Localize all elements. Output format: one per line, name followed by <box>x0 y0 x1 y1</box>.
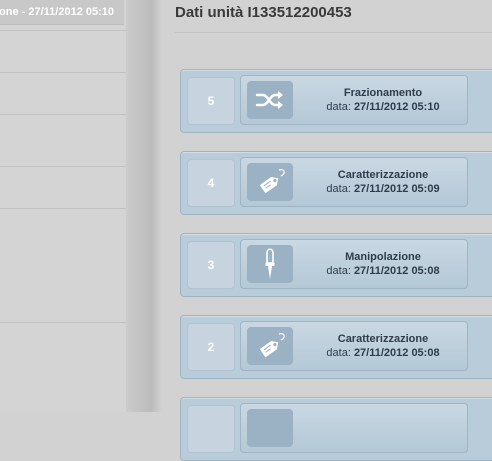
event-number <box>187 405 235 453</box>
sidebar-divider <box>0 166 126 167</box>
left-sidebar: one - 27/11/2012 05:10 <box>0 0 126 412</box>
event-details[interactable]: Caratterizzazione data: 27/11/2012 05:09 <box>240 157 468 207</box>
event-details[interactable]: Manipolazione data: 27/11/2012 05:08 <box>240 239 468 289</box>
sidebar-selected-label: one - 27/11/2012 05:10 <box>0 6 114 18</box>
sidebar-selected-item[interactable]: one - 27/11/2012 05:10 <box>0 0 124 25</box>
event-name: Caratterizzazione <box>337 169 429 181</box>
event-number: 4 <box>187 159 235 207</box>
event-name: Manipolazione <box>345 251 421 263</box>
event-number: 3 <box>187 241 235 289</box>
event-icon <box>247 409 293 447</box>
sidebar-divider <box>0 322 126 323</box>
event-card[interactable]: 3 Manipolazione data: 27/11/2012 05:08 <box>180 233 492 297</box>
event-name: Caratterizzazione <box>337 333 429 345</box>
page-title: Dati unità I133512200453 <box>175 4 352 21</box>
event-details[interactable]: Frazionamento data: 27/11/2012 05:10 <box>240 75 468 125</box>
sidebar-shadow <box>126 0 162 412</box>
sidebar-divider <box>0 208 126 209</box>
event-details[interactable] <box>240 403 468 453</box>
event-card[interactable]: 4 Caratterizzazione data: 27/11/2012 05:… <box>180 151 492 215</box>
event-card[interactable]: 2 Caratterizzazione data: 27/11/2012 05:… <box>180 315 492 379</box>
event-date: data: 27/11/2012 05:08 <box>326 265 440 277</box>
event-number: 5 <box>187 77 235 125</box>
sidebar-divider <box>0 30 126 31</box>
event-details[interactable]: Caratterizzazione data: 27/11/2012 05:08 <box>240 321 468 371</box>
event-number: 2 <box>187 323 235 371</box>
shuffle-icon <box>247 81 293 119</box>
sidebar-divider <box>0 114 126 115</box>
tag-icon <box>247 163 293 201</box>
event-date: data: 27/11/2012 05:10 <box>326 101 440 113</box>
event-card[interactable]: 5 Frazionamento data: 27/11/2012 05:10 <box>180 69 492 133</box>
event-date: data: 27/11/2012 05:09 <box>326 183 440 195</box>
event-name: Frazionamento <box>343 87 423 99</box>
event-date: data: 27/11/2012 05:08 <box>326 347 440 359</box>
tag-icon <box>247 327 293 365</box>
title-divider <box>175 32 492 33</box>
pipette-icon <box>247 245 293 283</box>
sidebar-divider <box>0 72 126 73</box>
event-card[interactable] <box>180 397 492 461</box>
